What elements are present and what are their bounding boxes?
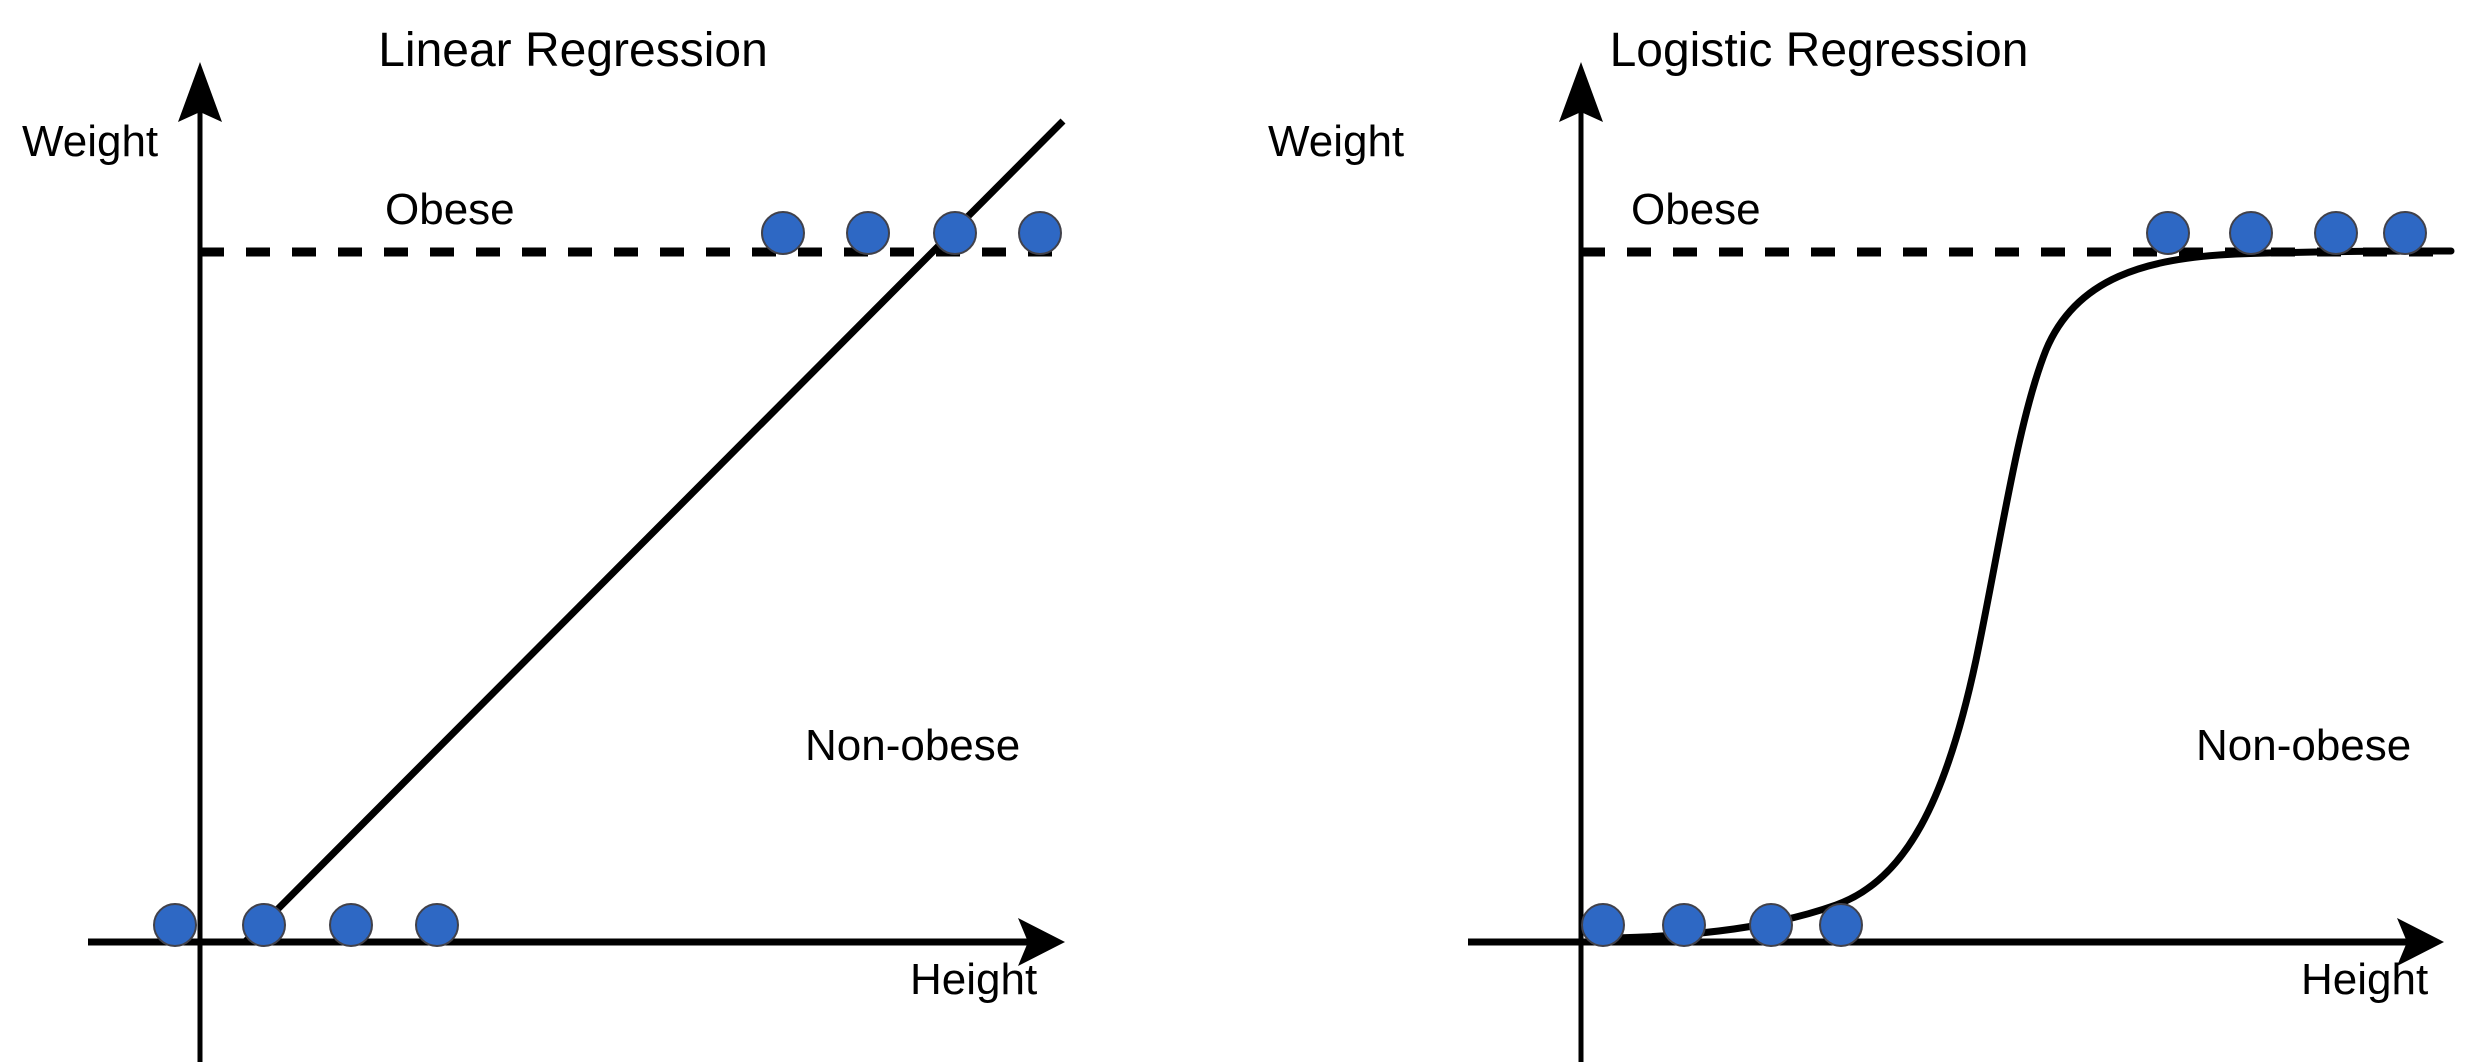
data-point [1581, 903, 1625, 947]
data-point [1662, 903, 1706, 947]
data-point [1018, 211, 1062, 255]
data-point [1749, 903, 1793, 947]
data-point [2229, 211, 2273, 255]
data-point [153, 903, 197, 947]
regression-comparison-figure: Linear Regression Weight Height Obese No… [0, 0, 2492, 1062]
obese-region-label-logistic: Obese [1631, 185, 1761, 234]
x-axis-label-logistic: Height [2301, 955, 2429, 1004]
data-point [329, 903, 373, 947]
data-point [2383, 211, 2427, 255]
logistic-regression-panel: Logistic Regression Weight Height Obese … [1246, 0, 2492, 1062]
data-point [761, 211, 805, 255]
y-axis-label-linear: Weight [22, 117, 159, 166]
data-point [846, 211, 890, 255]
data-point [2146, 211, 2190, 255]
page-title-logistic: Logistic Regression [1609, 24, 2029, 77]
data-point [933, 211, 977, 255]
data-point [1819, 903, 1863, 947]
non-obese-region-label-logistic: Non-obese [2196, 721, 2412, 770]
x-axis-label-linear: Height [910, 955, 1038, 1004]
linear-regression-canvas [88, 62, 1070, 1062]
obese-region-label-linear: Obese [385, 185, 515, 234]
logistic-regression-canvas [1468, 62, 2455, 1062]
data-point [2314, 211, 2358, 255]
non-obese-region-label-linear: Non-obese [805, 721, 1021, 770]
linear-regression-panel: Linear Regression Weight Height Obese No… [0, 0, 1246, 1062]
data-point [415, 903, 459, 947]
logistic-fit-curve [1587, 247, 2455, 942]
page-title-linear: Linear Regression [378, 24, 768, 77]
data-point [242, 903, 286, 947]
y-axis-label-logistic: Weight [1268, 117, 1405, 166]
